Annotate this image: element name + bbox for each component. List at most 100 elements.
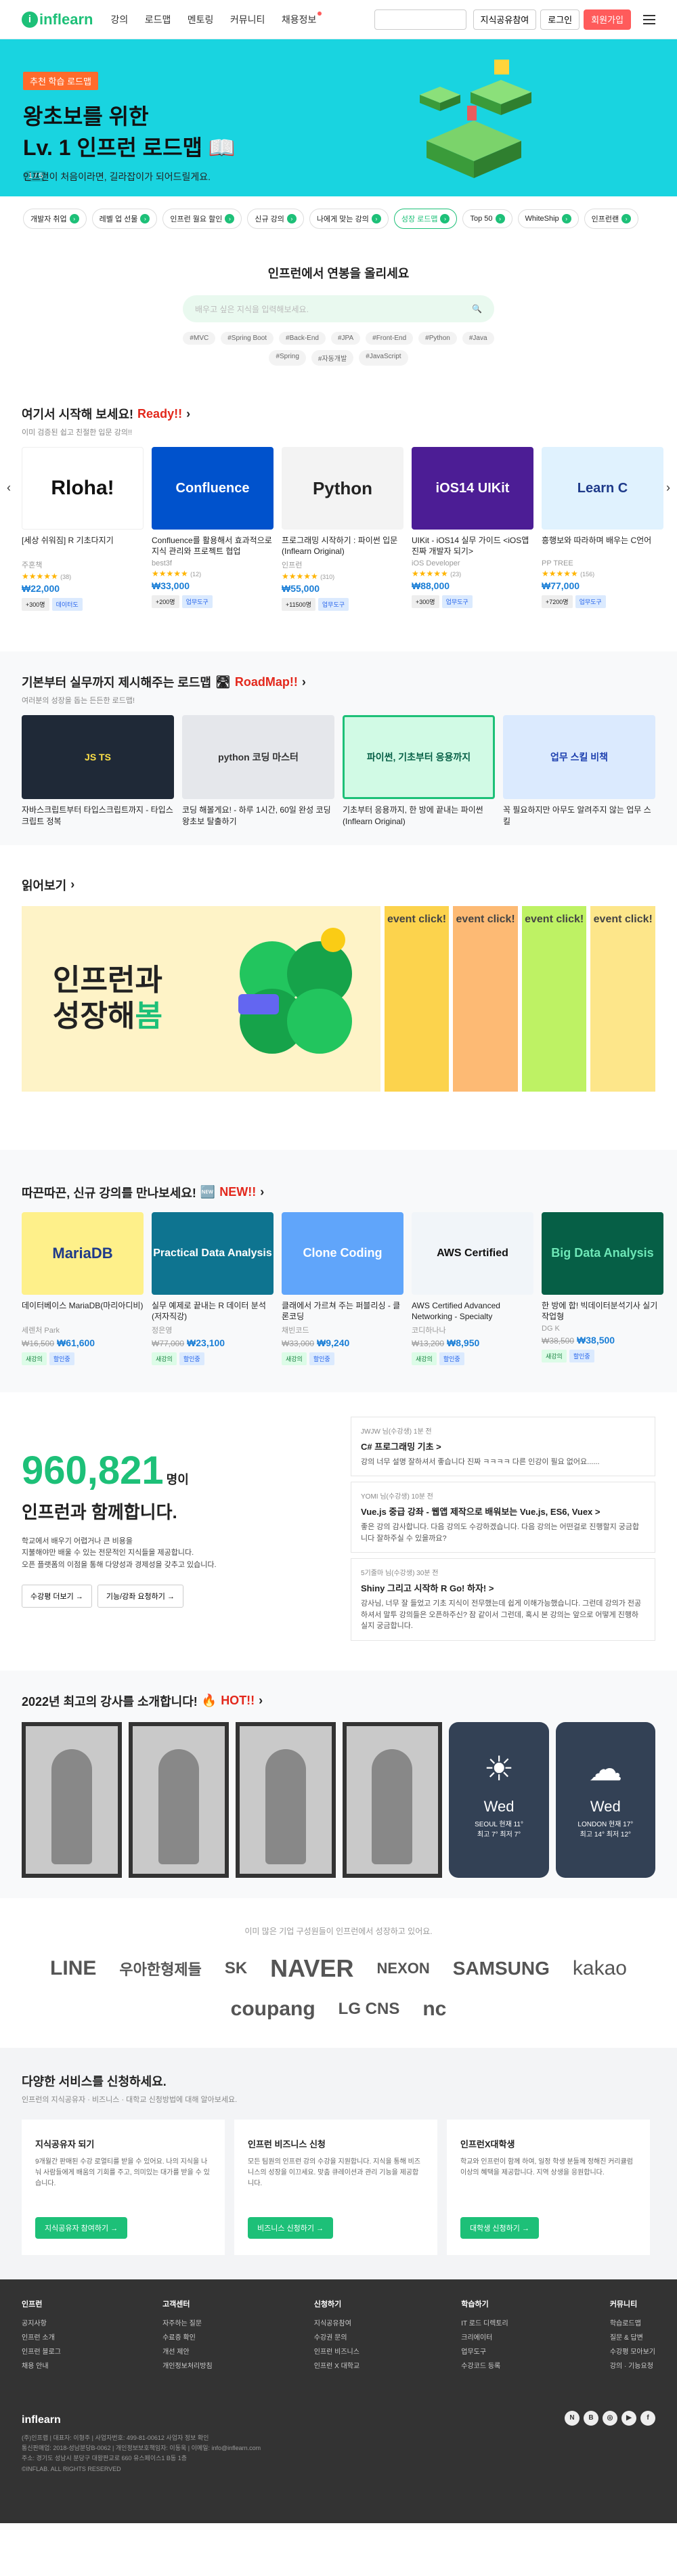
request-feature-button[interactable]: 기능/강좌 요청하기 → [97, 1585, 183, 1608]
section-title[interactable]: 따끈따끈, 신규 강의를 만나보세요! 🆕 NEW!! › [22, 1184, 655, 1201]
become-instructor-button[interactable]: 지식공유자 참여하기 → [35, 2216, 128, 2239]
instructor-photo[interactable] [342, 1721, 443, 1878]
course-thumbnail: iOS14 UIKit [412, 447, 533, 530]
footer-link[interactable]: 수강평 모아보기 [610, 2346, 655, 2356]
brunch-icon[interactable]: B [584, 2410, 598, 2426]
tag[interactable]: #자동개발 [311, 350, 354, 366]
footer-link[interactable]: 개선 제안 [162, 2346, 213, 2356]
footer-link[interactable]: 자주하는 질문 [162, 2317, 213, 2327]
footer-link[interactable]: 강의 · 기능요청 [610, 2360, 655, 2370]
tag[interactable]: #Front-End [366, 332, 414, 345]
chip-monday-sale[interactable]: 인프런 월요 할인 › [162, 209, 242, 229]
event-banner[interactable]: event click! [453, 905, 518, 1092]
roadmap-card[interactable]: JS TS 자바스크립트부터 타입스크립트까지 - 타입스크립트 정복 [22, 715, 174, 828]
course-card[interactable]: Practical Data Analysis 실무 예제로 끝내는 R 데이터 … [152, 1211, 274, 1365]
facebook-icon[interactable]: f [640, 2410, 655, 2426]
main-search-input[interactable]: 배우고 싶은 지식을 입력해보세요. 🔍 [183, 295, 494, 322]
header-search-input[interactable] [374, 9, 466, 30]
naver-blog-icon[interactable]: N [565, 2410, 580, 2426]
chip-levelup[interactable]: 레벨 업 선물 › [91, 209, 158, 229]
nav-jobs[interactable]: 채용정보 [282, 11, 322, 25]
more-reviews-button[interactable]: 수강평 더보기 → [22, 1585, 92, 1608]
tag[interactable]: #JPA [330, 332, 361, 345]
roadmap-card[interactable]: 파이썬, 기초부터 응용까지 기초부터 응용까지, 한 방에 끝내는 파이썬 (I… [343, 715, 495, 828]
chip-whiteship[interactable]: WhiteShip › [517, 209, 579, 228]
tag[interactable]: #MVC [183, 332, 216, 345]
footer-link[interactable]: 인프런 소개 [22, 2332, 61, 2342]
chip-top50[interactable]: Top 50 › [462, 209, 512, 228]
footer-link[interactable]: 크리에이터 [461, 2332, 508, 2342]
ready-section: 여기서 시작해 보세요! Ready!! › 이미 검증된 쉽고 친절한 입문 강의… [0, 383, 677, 628]
prev-arrow-icon[interactable]: ‹ [7, 481, 11, 495]
tag[interactable]: #Back-End [279, 332, 326, 345]
review-item[interactable]: 5기줄마 님(수강생) 30분 전 Shiny 그리고 시작하 R Go! 하자!… [351, 1558, 655, 1641]
footer-link[interactable]: 수강권 문의 [314, 2332, 359, 2342]
course-card[interactable]: Python 프로그래밍 시작하기 : 파이썬 입문 (Inflearn Orig… [282, 447, 403, 611]
footer-link[interactable]: 수강코드 등록 [461, 2360, 508, 2370]
footer-link[interactable]: 업무도구 [461, 2346, 508, 2356]
youtube-icon[interactable]: ▶ [621, 2410, 636, 2426]
footer-link[interactable]: 지식공유참여 [314, 2317, 359, 2327]
chip-for-me[interactable]: 나에게 맞는 강의 › [309, 209, 389, 229]
section-title[interactable]: 기본부터 실무까지 제시해주는 로드맵 🛣 RoadMap!! › [22, 673, 655, 691]
section-title[interactable]: 여기서 시작해 보세요! Ready!! › [22, 405, 655, 423]
section-title[interactable]: 2022년 최고의 강사를 소개합니다! 🔥 HOT!! › [22, 1692, 655, 1710]
event-banner[interactable]: event click! [384, 905, 450, 1092]
chip-roadmap[interactable]: 성장 로드맵 › [393, 209, 458, 229]
course-card[interactable]: AWS Certified AWS Certified Advanced Netw… [412, 1211, 533, 1365]
share-knowledge-button[interactable]: 지식공유참여 [473, 9, 537, 30]
business-apply-button[interactable]: 비즈니스 신청하기 → [248, 2216, 334, 2239]
footer-link[interactable]: 채용 안내 [22, 2360, 61, 2370]
course-card[interactable]: Clone Coding 클래에서 가르쳐 주는 퍼블리싱 - 클론코딩 채빈코드 ₩… [282, 1211, 403, 1365]
footer-link[interactable]: 개인정보처리방침 [162, 2360, 213, 2370]
event-banner[interactable]: event click! [521, 905, 587, 1092]
search-icon[interactable]: 🔍 [472, 304, 482, 314]
grow-with-inflearn-banner[interactable]: 인프런과 성장해봄 [22, 905, 380, 1092]
instructor-photo[interactable] [235, 1721, 336, 1878]
instructor-photo[interactable] [22, 1721, 122, 1878]
login-button[interactable]: 로그인 [540, 9, 580, 30]
footer-link[interactable]: 학습로드맵 [610, 2317, 655, 2327]
university-apply-button[interactable]: 대학생 신청하기 → [460, 2216, 539, 2239]
chip-inflearn-land[interactable]: 인프런랜 › [584, 209, 639, 229]
course-card[interactable]: Confluence Confluence를 활용해서 효과적으로 지식 관리와 … [152, 447, 274, 611]
nav-community[interactable]: 커뮤니티 [230, 14, 265, 25]
chip-job[interactable]: 개발자 취업 › [23, 209, 87, 229]
tag[interactable]: #Java [462, 332, 494, 345]
tag[interactable]: #JavaScript [359, 350, 408, 366]
footer-link[interactable]: 인프런 X 대학교 [314, 2360, 359, 2370]
footer-link[interactable]: 수료증 확인 [162, 2332, 213, 2342]
footer-logo[interactable]: inflearn [22, 2411, 655, 2429]
nav-roadmap[interactable]: 로드맵 [145, 14, 171, 25]
footer-link[interactable]: 인프런 비즈니스 [314, 2346, 359, 2356]
course-card[interactable]: Learn C 흥행보와 따라하며 배우는 C언어 PP TREE ★★★★★ (15… [542, 447, 663, 611]
event-banner[interactable]: event click! [590, 905, 656, 1092]
hero-pager[interactable]: 1 / 5 [23, 171, 49, 181]
inflearn-logo[interactable]: i inflearn [22, 11, 93, 28]
menu-icon[interactable] [643, 12, 655, 27]
hero-banner[interactable]: 추천 학습 로드맵 왕초보를 위한 Lv. 1 인프런 로드맵 📖 인프런이 처음… [0, 39, 677, 196]
footer-link[interactable]: 공지사항 [22, 2317, 61, 2327]
section-title[interactable]: 읽어보기 › [22, 876, 655, 894]
course-card[interactable]: Rloha! [세상 쉬워짐] R 기초다지기 주혼책 ★★★★★ (38) ₩22,0… [22, 447, 144, 611]
review-item[interactable]: JWJW 님(수강생) 1분 전 C# 프로그래밍 기초 > 강의 너무 설명 잘하… [351, 1416, 655, 1477]
footer-link[interactable]: 질문 & 답변 [610, 2332, 655, 2342]
chip-new[interactable]: 신규 강의 › [247, 209, 304, 229]
next-arrow-icon[interactable]: › [666, 481, 670, 495]
nav-lectures[interactable]: 강의 [110, 14, 128, 25]
instagram-icon[interactable]: ◎ [603, 2410, 617, 2426]
footer-link[interactable]: IT 로드 디렉토리 [461, 2317, 508, 2327]
course-card[interactable]: Big Data Analysis 한 방에 합! 빅데이터분석기사 실기 작업형… [542, 1211, 663, 1365]
roadmap-card[interactable]: python 코딩 마스터 코딩 해볼게요! - 하루 1시간, 60일 완성 코… [182, 715, 334, 828]
tag[interactable]: #Python [418, 332, 457, 345]
tag[interactable]: #Spring [269, 350, 306, 366]
footer-link[interactable]: 인프런 블로그 [22, 2346, 61, 2356]
course-card[interactable]: MariaDB 데이터베이스 MariaDB(마리아디비) 세렌처 Park ₩16,… [22, 1211, 144, 1365]
tag[interactable]: #Spring Boot [221, 332, 274, 345]
signup-button[interactable]: 회원가입 [584, 9, 631, 30]
roadmap-card[interactable]: 업무 스킬 비책 꼭 필요하지만 아무도 알려주지 않는 업무 스킬 [503, 715, 655, 828]
review-item[interactable]: YOMI 님(수강생) 10분 전 Vue.js 중급 강좌 - 웹앱 제작으로 … [351, 1482, 655, 1553]
course-card[interactable]: iOS14 UIKit UIKit - iOS14 실무 가이드 <iOS앱 진짜… [412, 447, 533, 611]
nav-mentoring[interactable]: 멘토링 [188, 14, 214, 25]
instructor-photo[interactable] [128, 1721, 229, 1878]
